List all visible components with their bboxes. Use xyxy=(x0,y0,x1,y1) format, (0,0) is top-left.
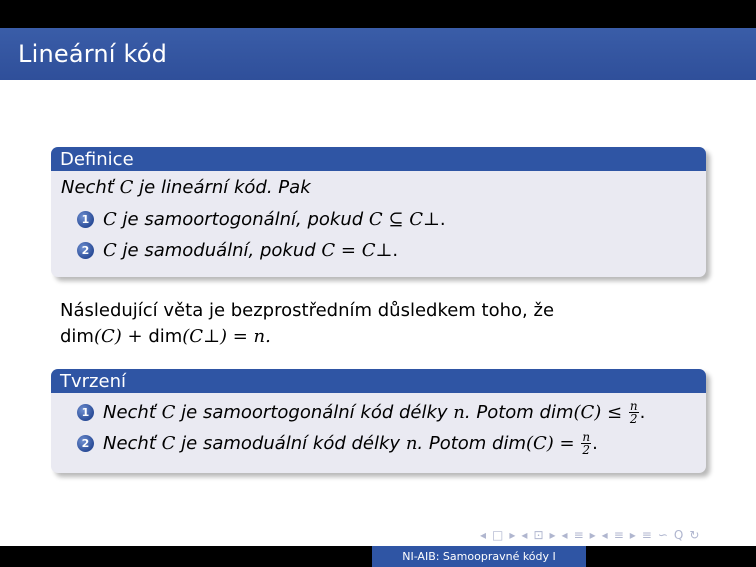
slide-title: Lineární kód xyxy=(18,40,168,68)
nav-frame-icon[interactable]: □ xyxy=(492,528,503,542)
nav-left-icon[interactable]: ◂ xyxy=(480,528,486,542)
paragraph: Následující věta je bezprostředním důsle… xyxy=(60,298,660,350)
definition-item-1: 1 C je samoortogonální, pokud C ⊆ C⊥ . xyxy=(61,204,696,235)
beamer-navigation[interactable]: ◂ □ ▸ ◂ ⊡ ▸ ◂ ≡ ▸ ◂ ≡ ▸ ≡ ∽ Q ↻ xyxy=(480,528,699,542)
statement-header: Tvrzení xyxy=(51,369,706,393)
nav-left-icon[interactable]: ◂ xyxy=(562,528,568,542)
nav-refresh-icon[interactable]: ↻ xyxy=(689,528,699,542)
nav-left-icon[interactable]: ◂ xyxy=(521,528,527,542)
nav-section-icon[interactable]: ≡ xyxy=(574,528,584,542)
definition-intro: Nechť C je lineární kód. Pak xyxy=(61,177,311,198)
definition-body: Nechť C je lineární kód. Pak 1 C je samo… xyxy=(51,171,706,272)
fraction: n2 xyxy=(628,399,639,426)
paragraph-line-1: Následující věta je bezprostředním důsle… xyxy=(60,300,555,321)
statement-item-1: 1 Nechť C je samoortogonální kód délky n… xyxy=(61,397,696,428)
number-bullet: 1 xyxy=(77,211,94,228)
definition-item-2: 2 C je samoduální, pokud C = C⊥ . xyxy=(61,235,696,266)
number-bullet: 1 xyxy=(77,404,94,421)
nav-right-icon[interactable]: ▸ xyxy=(630,528,636,542)
footer-title: NI-AIB: Samoopravné kódy I xyxy=(372,546,586,567)
number-bullet: 2 xyxy=(77,242,94,259)
top-bar xyxy=(0,0,756,28)
nav-subsection-icon[interactable]: ⊡ xyxy=(533,528,543,542)
paragraph-line-2: dim(C) + dim(C⊥) = n. xyxy=(60,326,271,347)
definition-block: Definice Nechť C je lineární kód. Pak 1 … xyxy=(51,147,706,277)
nav-doc-icon[interactable]: ≡ xyxy=(614,528,624,542)
definition-header: Definice xyxy=(51,147,706,171)
nav-back-icon[interactable]: ∽ xyxy=(658,528,668,542)
number-bullet: 2 xyxy=(77,435,94,452)
statement-block: Tvrzení 1 Nechť C je samoortogonální kód… xyxy=(51,369,706,473)
nav-right-icon[interactable]: ▸ xyxy=(590,528,596,542)
nav-search-icon[interactable]: Q xyxy=(674,528,683,542)
statement-item-2: 2 Nechť C je samoduální kód délky n. Pot… xyxy=(61,428,696,459)
nav-right-icon[interactable]: ▸ xyxy=(550,528,556,542)
nav-appendix-icon[interactable]: ≡ xyxy=(642,528,652,542)
statement-body: 1 Nechť C je samoortogonální kód délky n… xyxy=(51,393,706,465)
nav-right-icon[interactable]: ▸ xyxy=(509,528,515,542)
nav-left-icon[interactable]: ◂ xyxy=(602,528,608,542)
fraction: n2 xyxy=(581,430,592,457)
